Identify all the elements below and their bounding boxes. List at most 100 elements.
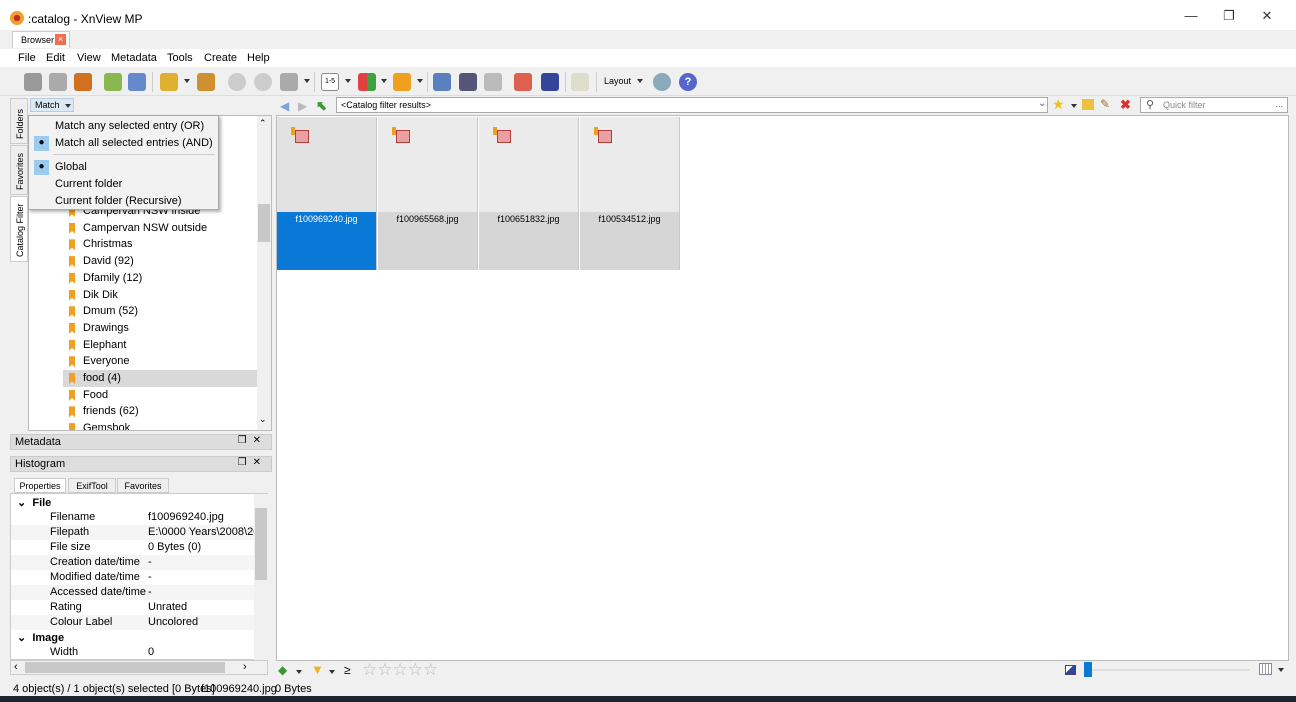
tab-properties[interactable]: Properties xyxy=(14,478,66,493)
section-header[interactable]: ⌄ File xyxy=(17,496,51,509)
scroll-left-icon[interactable]: ‹ xyxy=(14,661,18,673)
transform-icon[interactable] xyxy=(280,73,298,91)
rotate-right-icon[interactable] xyxy=(254,73,272,91)
fullscreen-icon[interactable] xyxy=(49,73,67,91)
bookmark-icon[interactable] xyxy=(393,73,411,91)
tree-item[interactable]: Dfamily (12) xyxy=(63,270,257,287)
thumb-size-slider[interactable] xyxy=(1090,669,1250,671)
scrollbar-thumb[interactable] xyxy=(255,508,267,580)
tab-favorites[interactable]: Favorites xyxy=(117,478,169,493)
camera-icon[interactable] xyxy=(433,73,451,91)
tree-item[interactable]: David (92) xyxy=(63,253,257,270)
thumbnail[interactable]: f100534512.jpg xyxy=(580,117,680,270)
rating-stars[interactable]: ☆☆☆☆☆ xyxy=(362,660,438,680)
settings-gear-icon[interactable] xyxy=(653,73,671,91)
chevron-down-icon[interactable] xyxy=(1278,668,1284,672)
match-dropdown[interactable]: Match xyxy=(30,98,74,112)
address-bar[interactable]: <Catalog filter results> xyxy=(336,97,1048,113)
side-tab-folders[interactable]: Folders xyxy=(10,98,28,144)
menu-tools[interactable]: Tools xyxy=(167,52,193,64)
help-icon[interactable]: ? xyxy=(679,73,697,91)
back-icon[interactable]: ◀ xyxy=(280,99,289,113)
match-menu-item[interactable]: Match any selected entry (OR) xyxy=(29,118,218,135)
float-close-icons[interactable]: ❐✕ xyxy=(238,435,267,446)
chevron-down-icon[interactable]: ⌄ xyxy=(1038,98,1046,109)
match-menu-item[interactable]: ● Global xyxy=(29,159,218,176)
properties-scrollbar[interactable] xyxy=(254,494,268,660)
chevron-down-icon[interactable] xyxy=(296,670,302,674)
tag-icon[interactable]: ◆ xyxy=(278,663,287,677)
chevron-down-icon[interactable] xyxy=(345,79,351,83)
convert-icon[interactable] xyxy=(104,73,122,91)
star-icon[interactable]: ☆ xyxy=(393,660,408,679)
menu-help[interactable]: Help xyxy=(247,52,270,64)
view-grid-icon[interactable] xyxy=(1259,663,1272,675)
restore-button[interactable]: ❐ xyxy=(1214,6,1244,26)
tree-item[interactable]: Everyone xyxy=(63,353,257,370)
rating-operator[interactable]: ≥ xyxy=(344,663,351,677)
close-button[interactable]: ✕ xyxy=(1252,6,1282,26)
menu-create[interactable]: Create xyxy=(204,52,237,64)
menu-edit[interactable]: Edit xyxy=(46,52,65,64)
scan-icon[interactable] xyxy=(541,73,559,91)
histogram-panel-header[interactable]: Histogram ❐✕ xyxy=(10,456,272,472)
section-header[interactable]: ⌄ Image xyxy=(17,631,64,644)
scrollbar-thumb[interactable] xyxy=(258,204,270,242)
thumbnail[interactable]: f100969240.jpg xyxy=(277,117,377,270)
scroll-right-icon[interactable]: › xyxy=(243,661,247,673)
properties-hscrollbar[interactable]: ‹ › xyxy=(10,660,268,675)
layout-button[interactable]: Layout xyxy=(604,76,631,86)
more-button[interactable]: ... xyxy=(1275,99,1283,109)
chevron-down-icon[interactable] xyxy=(637,79,643,83)
thumbnail[interactable]: f100651832.jpg xyxy=(479,117,579,270)
chevron-down-icon[interactable] xyxy=(1071,104,1077,108)
move-to-icon[interactable] xyxy=(160,73,178,91)
print-icon[interactable] xyxy=(514,73,532,91)
view-mode-icon[interactable] xyxy=(358,73,376,91)
tree-item[interactable]: friends (62) xyxy=(63,403,257,420)
folder-tree-icon[interactable] xyxy=(571,73,589,91)
tree-item[interactable]: Food xyxy=(63,387,257,404)
star-icon[interactable]: ☆ xyxy=(362,660,377,679)
view-count-icon[interactable]: 1-5 xyxy=(321,73,339,91)
match-menu-item[interactable]: Current folder xyxy=(29,176,218,193)
chevron-down-icon[interactable] xyxy=(417,79,423,83)
scroll-up-icon[interactable]: ⌃ xyxy=(259,118,267,129)
chevron-down-icon[interactable] xyxy=(304,79,310,83)
new-folder-icon[interactable] xyxy=(1082,99,1094,110)
metadata-panel-header[interactable]: Metadata ❐✕ xyxy=(10,434,272,450)
tree-item[interactable]: food (4) xyxy=(63,370,257,387)
tab-browser[interactable]: Browser × xyxy=(12,31,70,48)
info-icon[interactable] xyxy=(128,73,146,91)
star-icon[interactable]: ☆ xyxy=(423,660,438,679)
scrollbar-thumb[interactable] xyxy=(25,662,225,673)
tree-item[interactable]: Elephant xyxy=(63,337,257,354)
up-folder-icon[interactable]: ⬉ xyxy=(316,98,327,114)
tab-exiftool[interactable]: ExifTool xyxy=(68,478,116,493)
compare-icon[interactable] xyxy=(484,73,502,91)
tab-close-icon[interactable]: × xyxy=(55,34,66,45)
chevron-down-icon[interactable] xyxy=(184,79,190,83)
star-icon[interactable]: ☆ xyxy=(408,660,423,679)
delete-icon[interactable]: ✖ xyxy=(1120,97,1131,113)
chevron-down-icon[interactable] xyxy=(381,79,387,83)
match-menu-item[interactable]: Current folder (Recursive) xyxy=(29,193,218,210)
tree-item[interactable]: Drawings xyxy=(63,320,257,337)
edit-icon[interactable]: ✎ xyxy=(1100,97,1110,111)
slideshow-icon[interactable] xyxy=(74,73,92,91)
tree-item[interactable]: Gemsbok xyxy=(63,420,257,430)
forward-icon[interactable]: ▶ xyxy=(298,99,307,113)
match-menu-item[interactable]: ● Match all selected entries (AND) xyxy=(29,135,218,152)
menu-view[interactable]: View xyxy=(77,52,101,64)
slider-handle[interactable] xyxy=(1084,662,1092,677)
menu-file[interactable]: File xyxy=(18,52,36,64)
filter-funnel-icon[interactable]: ▼ xyxy=(311,662,324,677)
star-icon[interactable]: ☆ xyxy=(377,660,392,679)
thumbnail[interactable]: f100965568.jpg xyxy=(378,117,478,270)
chevron-down-icon[interactable] xyxy=(329,670,335,674)
tree-item[interactable]: Christmas xyxy=(63,236,257,253)
copy-to-icon[interactable] xyxy=(197,73,215,91)
side-tab-catalog-filter[interactable]: Catalog Filter xyxy=(10,196,28,262)
tree-item[interactable]: Dmum (52) xyxy=(63,303,257,320)
tree-scrollbar[interactable]: ⌃ ⌄ xyxy=(257,116,271,430)
